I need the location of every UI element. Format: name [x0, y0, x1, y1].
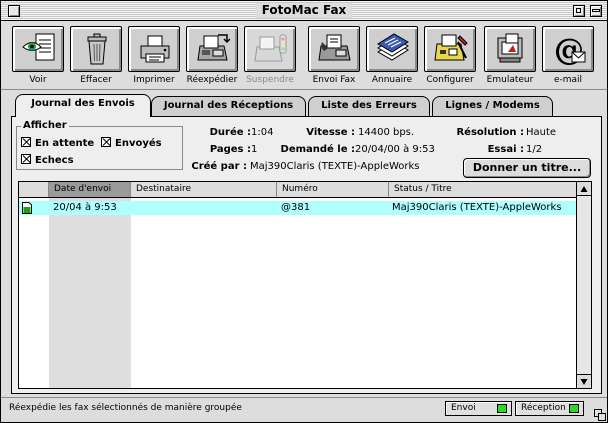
cell-numero: @381 — [281, 202, 311, 213]
triangle-down-icon — [580, 379, 588, 385]
cell-status-titre: Maj390Claris (TEXTE)-AppleWorks — [392, 202, 562, 213]
envoi-fax-button[interactable]: Envoi Fax — [305, 24, 363, 88]
suspendre-button[interactable]: Suspendre — [241, 24, 299, 88]
table-row[interactable]: 20/04 à 9:53 @381 Maj390Claris (TEXTE)-A… — [19, 201, 577, 215]
configurer-button[interactable]: Configurer — [421, 24, 479, 88]
vitesse-value: 14400 bps. — [358, 127, 415, 138]
triangle-up-icon — [580, 186, 588, 192]
resolution-label: Résolution : — [456, 127, 524, 138]
en-attente-checkbox[interactable]: En attente — [21, 137, 94, 149]
tab-lignes-modems[interactable]: Lignes / Modems — [432, 96, 553, 116]
afficher-title: Afficher — [21, 120, 69, 131]
window-title: FotoMac Fax — [255, 3, 353, 18]
cree-par-label: Créé par : — [191, 161, 247, 172]
sorted-column-shade — [49, 198, 131, 388]
trash-can-icon — [87, 33, 107, 65]
demande-label: Demandé le : — [280, 144, 355, 155]
status-message: Réexpédie les fax sélectionnés de manièr… — [9, 403, 242, 413]
voir-label: Voir — [29, 75, 47, 85]
column-header-status-titre[interactable]: Status / Titre — [389, 182, 577, 197]
fax-suspend-icon — [254, 34, 287, 62]
column-header-icon[interactable] — [19, 182, 49, 197]
emulateur-button[interactable]: Emulateur — [481, 24, 539, 88]
effacer-button[interactable]: Effacer — [67, 24, 125, 88]
reception-indicator-label: Réception — [521, 403, 566, 413]
envoi-led-icon — [497, 404, 507, 413]
afficher-group: Afficher En attente Envoyés Echecs — [16, 120, 183, 170]
reexpedier-button[interactable]: Réexpédier — [183, 24, 241, 88]
column-header-numero[interactable]: Numéro — [277, 182, 389, 197]
zoom-box[interactable] — [573, 5, 585, 17]
checkbox-checked-icon — [101, 137, 111, 147]
printer-icon — [140, 35, 170, 63]
emulator-icon — [497, 33, 523, 63]
demande-value: 20/04/00 à 9:53 — [355, 144, 435, 155]
vitesse-label: Vitesse : — [306, 127, 355, 138]
duree-label: Durée : — [209, 127, 251, 138]
configure-fax-icon — [434, 34, 468, 61]
fotomac-fax-window: FotoMac Fax Voir Effacer Imprimer Réexpé… — [0, 0, 608, 423]
title-bar[interactable]: FotoMac Fax — [1, 1, 607, 21]
close-box[interactable] — [8, 5, 20, 17]
configurer-label: Configurer — [426, 75, 474, 85]
email-label: e-mail — [553, 75, 583, 85]
toolbar: Voir Effacer Imprimer Réexpédier Suspend… — [1, 22, 607, 90]
envoi-fax-label: Envoi Fax — [312, 75, 356, 85]
email-button[interactable]: @ e-mail — [539, 24, 597, 88]
donner-un-titre-button[interactable]: Donner un titre... — [463, 158, 591, 178]
scroll-down-arrow[interactable] — [577, 374, 591, 388]
fax-resend-icon — [197, 34, 230, 61]
vertical-scrollbar[interactable] — [576, 182, 591, 388]
resolution-value: Haute — [526, 127, 557, 138]
reception-led-icon — [569, 404, 579, 413]
checkbox-checked-icon — [21, 154, 31, 164]
imprimer-label: Imprimer — [133, 75, 175, 85]
echecs-checkbox[interactable]: Echecs — [21, 154, 74, 166]
reception-indicator: Réception — [515, 401, 584, 416]
reexpedier-label: Réexpédier — [186, 75, 238, 85]
envoi-indicator: Envoi — [445, 401, 512, 416]
journal-envois-panel: Afficher En attente Envoyés Echecs Durée… — [11, 116, 602, 394]
tab-bar: Journal des Envois Journal des Réception… — [11, 94, 601, 117]
sent-fax-document-icon — [22, 202, 32, 214]
cree-par-value: Maj390Claris (TEXTE)-AppleWorks — [250, 161, 420, 172]
annuaire-label: Annuaire — [371, 75, 413, 85]
suspendre-label: Suspendre — [246, 75, 294, 85]
table-header: Date d'envoi Destinataire Numéro Status … — [19, 182, 577, 198]
status-bar: Réexpédie les fax sélectionnés de manièr… — [1, 397, 607, 422]
tab-journal-des-receptions[interactable]: Journal des Réceptions — [151, 96, 306, 116]
cell-date-envoi: 20/04 à 9:53 — [53, 202, 117, 213]
directory-cards-icon — [377, 33, 409, 61]
resize-grip-icon[interactable] — [594, 409, 606, 421]
essai-value: 1/2 — [526, 144, 543, 155]
pages-label: Pages : — [209, 144, 251, 155]
tab-journal-des-envois[interactable]: Journal des Envois — [15, 94, 151, 117]
annuaire-button[interactable]: Annuaire — [363, 24, 421, 88]
envoi-indicator-label: Envoi — [451, 403, 476, 413]
fax-list-table: Date d'envoi Destinataire Numéro Status … — [18, 181, 592, 389]
effacer-label: Effacer — [80, 75, 112, 85]
column-header-date-envoi[interactable]: Date d'envoi — [49, 182, 131, 197]
emulateur-label: Emulateur — [486, 75, 534, 85]
pages-value: 1 — [251, 144, 258, 155]
fax-machine-icon — [318, 34, 351, 61]
collapse-box[interactable] — [590, 5, 602, 17]
scroll-up-arrow[interactable] — [577, 182, 591, 196]
envoyes-checkbox[interactable]: Envoyés — [101, 137, 162, 149]
checkbox-checked-icon — [21, 137, 31, 147]
email-at-icon: @ — [554, 33, 586, 66]
essai-label: Essai : — [487, 144, 524, 155]
voir-button[interactable]: Voir — [9, 24, 67, 88]
duree-value: 1:04 — [251, 127, 274, 138]
imprimer-button[interactable]: Imprimer — [125, 24, 183, 88]
tab-liste-des-erreurs[interactable]: Liste des Erreurs — [308, 96, 430, 116]
column-header-destinataire[interactable]: Destinataire — [131, 182, 277, 197]
eye-document-icon — [22, 33, 55, 61]
